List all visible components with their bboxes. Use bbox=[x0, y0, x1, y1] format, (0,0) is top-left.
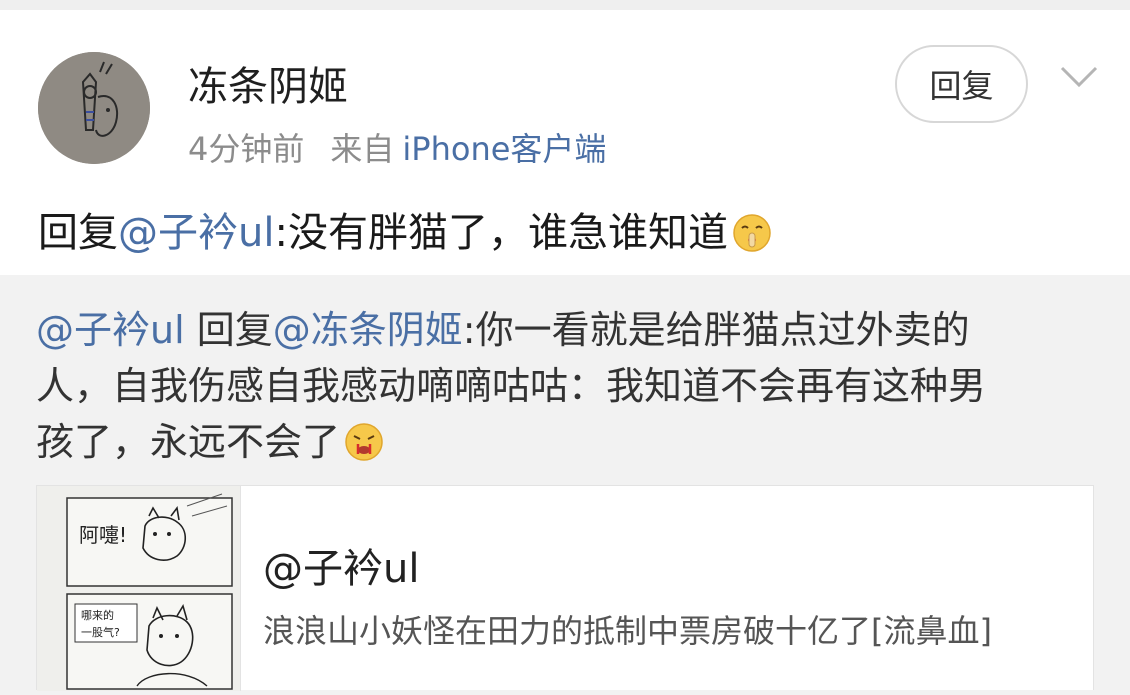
quote-line-3: 孩了，永远不会了 bbox=[36, 414, 1096, 470]
comic-text-2: 哪来的 bbox=[81, 608, 114, 622]
nosebleed-emoji-icon bbox=[345, 423, 383, 461]
quote-mention-target[interactable]: @冻条阴姬 bbox=[273, 308, 463, 352]
comic-text-1: 阿嚏! bbox=[79, 523, 127, 547]
quote-reply-word: 回复 bbox=[184, 308, 273, 352]
quote-text-1: :你一看就是给胖猫点过外卖的 bbox=[462, 308, 970, 352]
user-avatar[interactable] bbox=[38, 52, 150, 164]
comment-text: :没有胖猫了，谁急谁知道 bbox=[274, 210, 728, 256]
source-client-link[interactable]: iPhone客户端 bbox=[402, 130, 606, 168]
link-card-title[interactable]: @子衿ul bbox=[263, 536, 419, 594]
post-time: 4分钟前 bbox=[188, 130, 305, 168]
avatar-doodle-icon bbox=[38, 52, 150, 164]
shush-face-emoji-icon bbox=[733, 214, 771, 252]
source-label: 来自 bbox=[330, 130, 395, 168]
comment-content: 回复@子衿ul:没有胖猫了，谁急谁知道 bbox=[38, 200, 772, 258]
comic-thumbnail: 阿嚏! 哪来的 一股气? bbox=[37, 486, 241, 691]
link-preview-card[interactable]: 阿嚏! 哪来的 一股气? @子衿ul 浪浪山小妖怪在田力的抵制中票房破十亿了[流… bbox=[36, 485, 1094, 691]
top-strip bbox=[0, 0, 1130, 10]
reply-prefix: 回复 bbox=[38, 210, 118, 256]
link-card-description: 浪浪山小妖怪在田力的抵制中票房破十亿了[流鼻血] bbox=[263, 612, 992, 650]
reply-button[interactable]: 回复 bbox=[895, 45, 1028, 123]
post-meta: 4分钟前 来自 iPhone客户端 bbox=[188, 124, 606, 170]
quote-line-2: 人，自我伤感自我感动嘀嘀咕咕：我知道不会再有这种男 bbox=[36, 364, 987, 408]
chevron-down-icon[interactable] bbox=[1058, 62, 1100, 92]
quote-text-3: 孩了，永远不会了 bbox=[36, 420, 341, 464]
comic-text-3: 一股气? bbox=[81, 625, 120, 639]
comic-image: 阿嚏! 哪来的 一股气? bbox=[37, 486, 240, 691]
quote-line-1: @子衿ul 回复@冻条阴姬:你一看就是给胖猫点过外卖的 bbox=[36, 302, 1096, 358]
mention-link[interactable]: @子衿ul bbox=[118, 210, 274, 256]
username[interactable]: 冻条阴姬 bbox=[188, 54, 348, 112]
quoted-comment: @子衿ul 回复@冻条阴姬:你一看就是给胖猫点过外卖的 人，自我伤感自我感动嘀嘀… bbox=[36, 302, 1096, 470]
quote-mention-author[interactable]: @子衿ul bbox=[36, 308, 185, 352]
